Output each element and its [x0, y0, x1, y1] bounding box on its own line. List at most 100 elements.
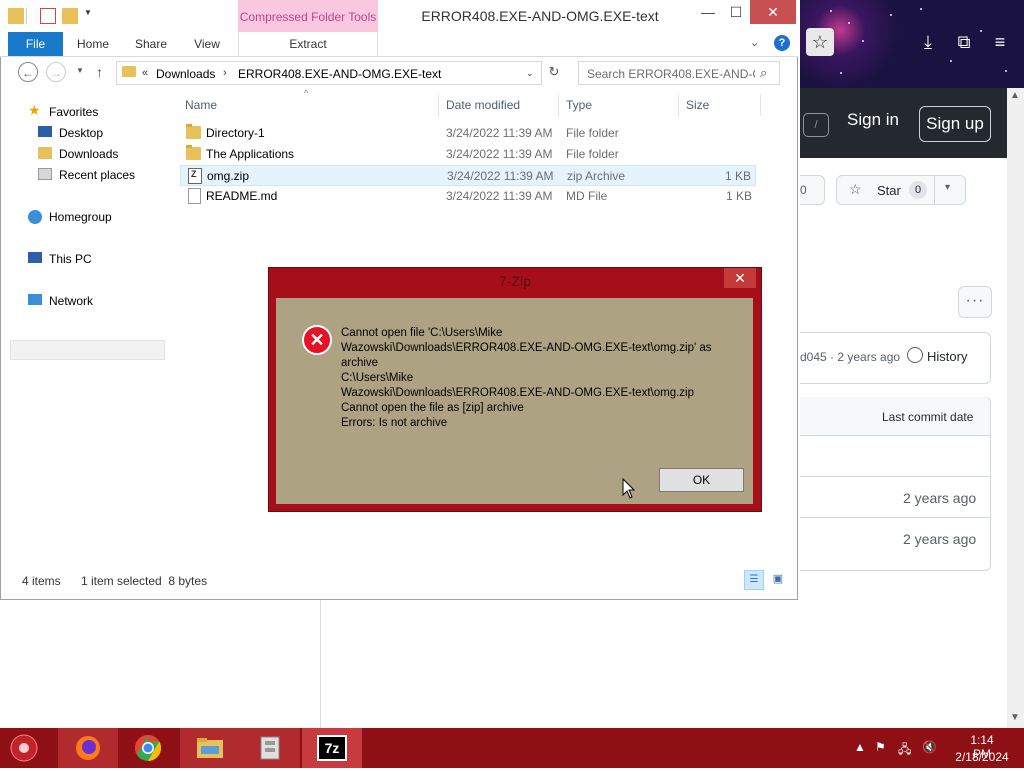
dialog-title: 7-Zip: [499, 273, 531, 289]
ok-button[interactable]: OK: [659, 468, 744, 492]
column-headers: Name Date modified Type Size: [180, 94, 770, 116]
scroll-down-icon[interactable]: ▼: [1010, 712, 1020, 723]
tab-file[interactable]: File: [8, 32, 63, 56]
breadcrumb-downloads[interactable]: Downloads: [156, 67, 215, 81]
star-icon: ★: [28, 102, 41, 118]
customize-toolbar-icon[interactable]: ▼: [84, 8, 100, 24]
file-row[interactable]: README.md 3/24/2022 11:39 AM MD File 1 K…: [180, 186, 756, 207]
nav-this-pc[interactable]: This PC: [49, 249, 92, 269]
taskbar-chrome[interactable]: [118, 728, 178, 768]
column-name[interactable]: Name: [185, 94, 217, 116]
sign-in-link[interactable]: Sign in: [847, 110, 899, 130]
file-row[interactable]: Directory-1 3/24/2022 11:39 AM File fold…: [180, 123, 756, 144]
ribbon-tabs: File Home Share View Extract ⌄ ?: [0, 32, 798, 57]
start-orb-icon: [10, 734, 38, 762]
column-size[interactable]: Size: [686, 94, 709, 116]
back-button[interactable]: ←: [18, 62, 38, 82]
details-view-icon[interactable]: ☰: [744, 570, 764, 590]
show-hidden-icons-icon[interactable]: ▲: [854, 740, 866, 754]
nav-desktop[interactable]: Desktop: [59, 123, 103, 143]
file-type: File folder: [566, 147, 619, 161]
folder-icon: [186, 145, 201, 160]
folder-icon: [122, 66, 136, 77]
search-icon[interactable]: ⌕: [760, 65, 767, 81]
nav-homegroup[interactable]: Homegroup: [49, 207, 112, 227]
more-options-button[interactable]: ···: [958, 286, 992, 318]
tab-share[interactable]: Share: [128, 32, 174, 56]
archive-icon: [260, 736, 280, 760]
dialog-close-button[interactable]: ✕: [724, 268, 756, 288]
document-icon: [188, 188, 201, 204]
item-count: 4 items: [22, 574, 61, 588]
page-scrollbar[interactable]: ▲ ▼: [1007, 88, 1024, 728]
forward-button[interactable]: →: [46, 62, 66, 82]
address-dropdown-icon[interactable]: ⌄: [526, 68, 534, 79]
action-center-flag-icon[interactable]: ⚑: [875, 740, 886, 754]
file-row[interactable]: The Applications 3/24/2022 11:39 AM File…: [180, 144, 756, 165]
downloads-icon[interactable]: ⤓: [914, 28, 942, 56]
file-size: 1 KB: [724, 169, 751, 183]
sign-up-button[interactable]: Sign up: [919, 106, 991, 142]
sort-ascending-icon: ^: [304, 88, 309, 98]
compressed-folder-tools-tab[interactable]: Compressed Folder Tools: [238, 0, 378, 32]
file-name: README.md: [206, 189, 278, 203]
column-type[interactable]: Type: [566, 94, 592, 116]
column-date-modified[interactable]: Date modified: [446, 94, 520, 116]
breadcrumb-current-folder[interactable]: ERROR408.EXE-AND-OMG.EXE-text: [238, 67, 441, 81]
last-commit-date-header: Last commit date: [882, 410, 974, 424]
scroll-up-icon[interactable]: ▲: [1010, 90, 1020, 101]
folder-icon: [197, 738, 223, 758]
history-link[interactable]: History: [927, 349, 967, 364]
breadcrumb-overflow[interactable]: «: [142, 67, 148, 79]
fork-count-box[interactable]: 0: [800, 175, 825, 205]
nav-downloads[interactable]: Downloads: [59, 144, 118, 164]
help-icon[interactable]: ?: [774, 35, 790, 51]
start-button[interactable]: [0, 728, 50, 768]
star-button[interactable]: ☆ Star 0 ▾: [836, 175, 966, 205]
up-button[interactable]: ↑: [96, 64, 103, 80]
network-status-icon[interactable]: 🖧: [898, 740, 911, 761]
taskbar-firefox[interactable]: [58, 728, 118, 768]
chrome-icon: [134, 734, 162, 762]
refresh-icon[interactable]: ↻: [546, 64, 562, 80]
homegroup-icon: [28, 210, 42, 224]
file-date: 3/24/2022 11:39 AM: [446, 126, 553, 140]
bookmark-star-icon[interactable]: ☆: [806, 28, 834, 56]
nav-recent-places[interactable]: Recent places: [59, 165, 135, 185]
new-folder-icon[interactable]: [62, 8, 78, 24]
maximize-button[interactable]: ☐: [722, 0, 750, 24]
nav-network[interactable]: Network: [49, 291, 93, 311]
mouse-cursor-icon: [622, 478, 636, 499]
file-name: omg.zip: [207, 169, 250, 183]
recent-locations-icon[interactable]: ▼: [76, 66, 84, 75]
minimize-button[interactable]: —: [694, 0, 722, 24]
commit-info: d045 · 2 years ago: [800, 350, 901, 364]
tab-extract[interactable]: Extract: [238, 32, 378, 56]
search-placeholder: Search ERROR408.EXE-AND-O...: [587, 67, 755, 81]
taskbar-7zip[interactable]: 7z: [302, 728, 362, 768]
tab-home[interactable]: Home: [70, 32, 116, 56]
extensions-icon[interactable]: ⧉: [950, 28, 978, 56]
star-icon: ☆: [849, 181, 862, 197]
taskbar-file-explorer[interactable]: [180, 728, 240, 768]
this-pc-icon: [28, 252, 42, 263]
commit-age: 2 years ago: [903, 490, 977, 506]
star-dropdown-icon[interactable]: ▾: [945, 182, 950, 193]
downloads-folder-icon: [38, 147, 52, 159]
search-shortcut-key[interactable]: /: [803, 113, 829, 137]
tab-view[interactable]: View: [184, 32, 230, 56]
menu-icon[interactable]: ≡: [986, 28, 1014, 56]
window-title: ERROR408.EXE-AND-OMG.EXE-text: [421, 8, 659, 24]
folder-icon: [186, 124, 201, 139]
clock-date[interactable]: 2/18/2024: [952, 750, 1012, 764]
breadcrumb-separator-icon[interactable]: ›: [223, 67, 227, 79]
nav-favorites[interactable]: Favorites: [49, 102, 98, 122]
file-row-selected[interactable]: omg.zip 3/24/2022 11:39 AM zip Archive 1…: [180, 165, 756, 186]
taskbar-archive-manager[interactable]: [240, 728, 300, 768]
close-button[interactable]: ✕: [750, 0, 796, 24]
properties-icon[interactable]: [40, 8, 56, 24]
expand-ribbon-icon[interactable]: ⌄: [750, 36, 759, 49]
7zip-icon: 7z: [317, 735, 347, 761]
volume-muted-icon[interactable]: 🔇: [922, 740, 937, 754]
large-icons-view-icon[interactable]: ▣: [770, 570, 786, 588]
